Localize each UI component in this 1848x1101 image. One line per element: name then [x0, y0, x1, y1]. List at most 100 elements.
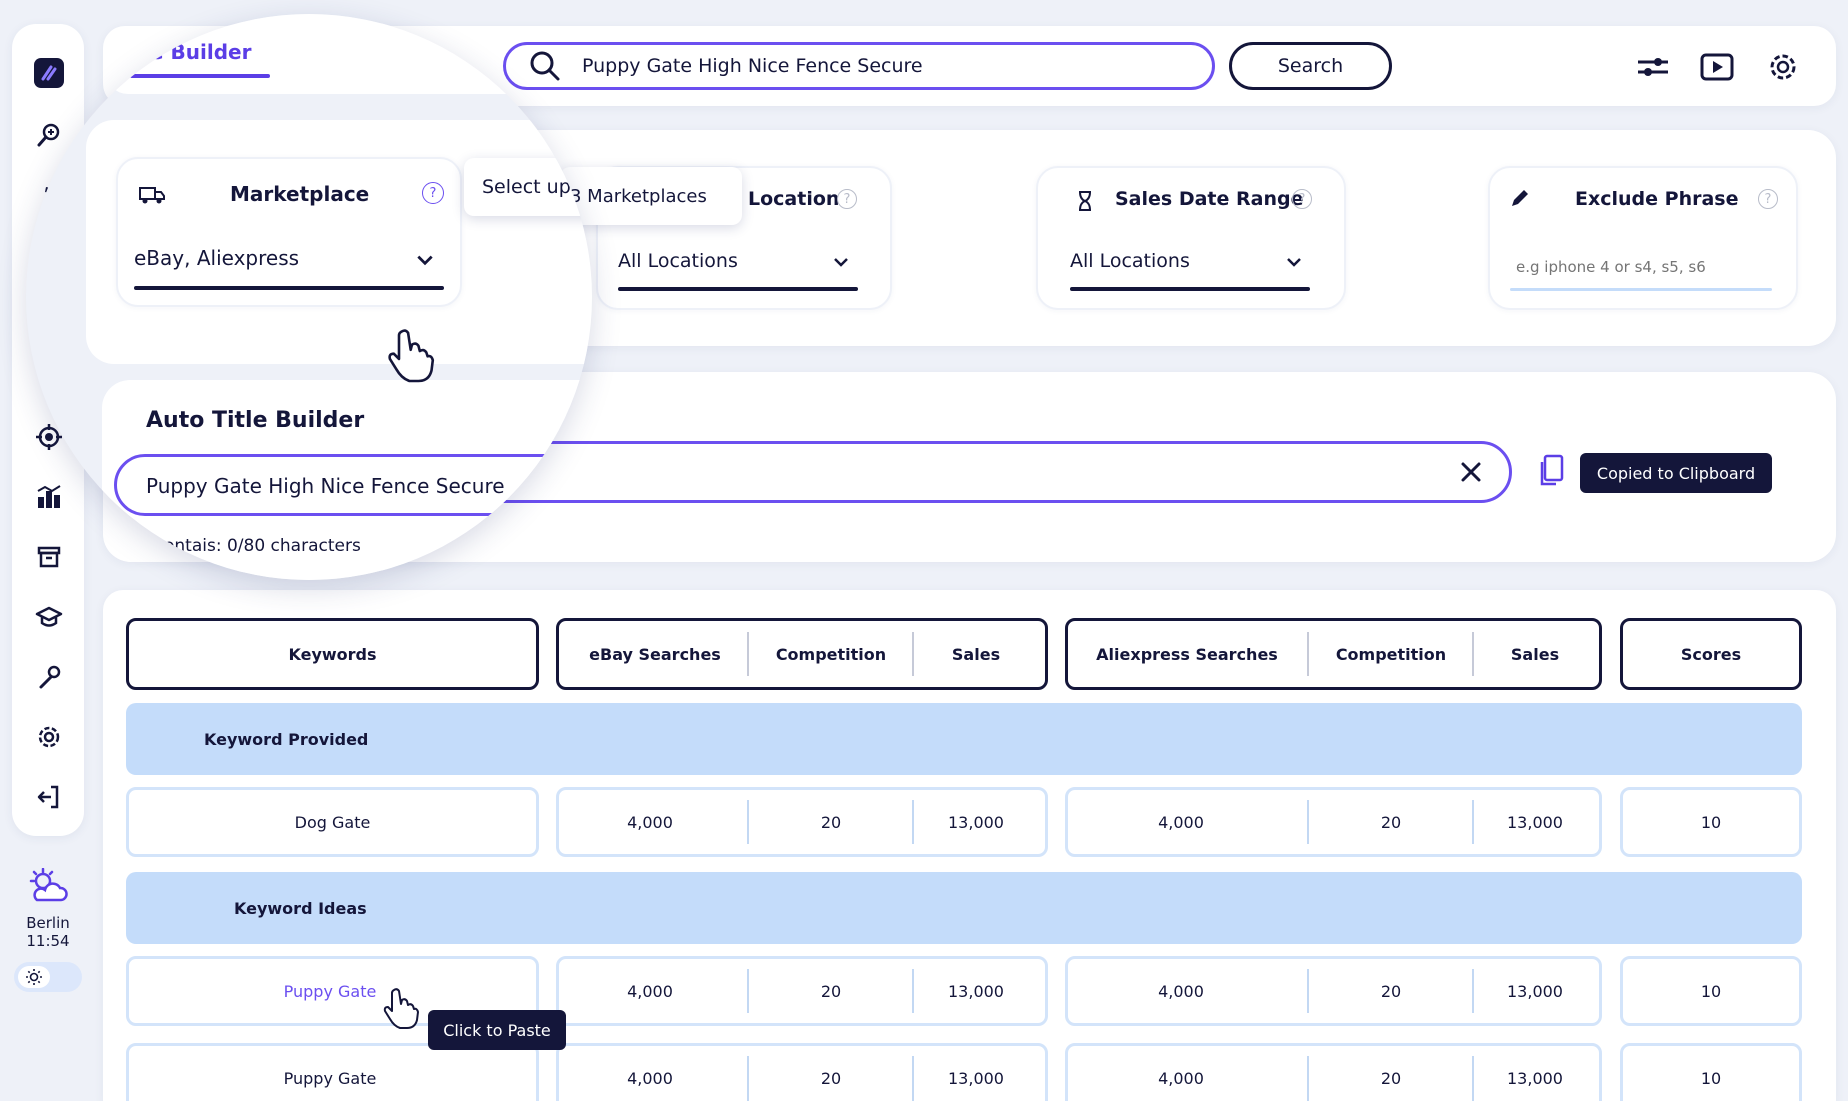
aliexpress-sales-header[interactable]: Sales	[1475, 618, 1595, 690]
column-separator	[747, 969, 749, 1013]
marketplace-value[interactable]: eBay, Aliexpress	[134, 246, 299, 270]
column-separator	[1307, 1056, 1309, 1101]
aliexpress-searches-header[interactable]: Aliexpress Searches	[1068, 618, 1306, 690]
marketplace-title: Marketplace	[230, 182, 370, 206]
location-help-icon[interactable]: ?	[837, 189, 857, 209]
column-separator	[1472, 969, 1474, 1013]
weather-widget: Berlin 11:54	[14, 867, 82, 950]
ebay-competition-header[interactable]: Competition	[750, 618, 912, 690]
search-box[interactable]	[503, 42, 1215, 90]
score-cell: 10	[1700, 1068, 1722, 1088]
clear-close-icon[interactable]	[1460, 461, 1482, 483]
truck-icon	[139, 187, 165, 204]
column-separator	[1307, 800, 1309, 844]
aliexpress-sales-cell: 13,000	[1507, 1068, 1563, 1088]
sales-date-help-icon[interactable]: ?	[1292, 189, 1312, 209]
column-separator	[747, 1056, 749, 1101]
marketplace-filter[interactable]	[116, 157, 462, 307]
column-separator	[1472, 1056, 1474, 1101]
chevron-down-icon[interactable]	[832, 253, 850, 271]
pencil-icon	[1512, 190, 1528, 206]
score-cell: 10	[1700, 981, 1722, 1001]
sales-date-range-value[interactable]: All Locations	[1070, 250, 1190, 272]
aliexpress-competition-cell: 20	[1380, 812, 1402, 832]
hand-cursor-icon	[383, 988, 419, 1029]
graduation-cap-icon[interactable]	[34, 602, 64, 632]
location-value[interactable]: All Locations	[618, 250, 738, 272]
aliexpress-sales-cell: 13,000	[1507, 981, 1563, 1001]
ebay-searches-cell: 4,000	[627, 812, 673, 832]
column-separator	[747, 800, 749, 844]
header-title-tab[interactable]: ⸌e Builder	[140, 38, 251, 65]
copy-clipboard-icon[interactable]	[1538, 454, 1564, 488]
exclude-phrase-title: Exclude Phrase	[1575, 188, 1739, 210]
aliexpress-competition-header[interactable]: Competition	[1310, 618, 1472, 690]
sliders-icon[interactable]	[1636, 50, 1670, 84]
keyword-cell[interactable]: Puppy Gate	[126, 1043, 534, 1101]
gear-icon[interactable]	[34, 722, 64, 752]
copied-to-clipboard-badge: Copied to Clipboard	[1580, 453, 1772, 493]
keyword-cell[interactable]: Dog Gate	[126, 787, 539, 857]
keywords-header-label: Keywords	[288, 644, 377, 664]
ebay-competition-cell: 20	[820, 1068, 842, 1088]
ebay-searches-cell: 4,000	[627, 1068, 673, 1088]
search-plus-icon[interactable]	[34, 120, 64, 150]
ebay-searches-cell: 4,000	[627, 981, 673, 1001]
column-separator	[747, 632, 749, 676]
logout-icon[interactable]	[34, 782, 64, 812]
location-underline	[618, 287, 858, 291]
partly-cloudy-icon	[29, 867, 68, 902]
ebay-sales-cell: 13,000	[948, 812, 1004, 832]
weather-city: Berlin	[26, 914, 70, 932]
wrench-icon[interactable]	[34, 662, 64, 692]
marketplace-tooltip: Select up	[464, 158, 592, 216]
column-separator	[1472, 632, 1474, 676]
chevron-down-icon[interactable]	[415, 250, 435, 270]
sun-icon	[18, 966, 50, 988]
aliexpress-competition-cell: 20	[1380, 981, 1402, 1001]
score-cell: 10	[1700, 812, 1722, 832]
column-separator	[1307, 632, 1309, 676]
magnifier-lens: ⸌e Builder Marketplace ? eBay, Aliexpres…	[26, 14, 592, 580]
ebay-sales-cell: 13,000	[948, 981, 1004, 1001]
logo-icon[interactable]	[34, 58, 64, 88]
search-button[interactable]: Search	[1229, 42, 1392, 90]
sales-date-underline	[1070, 287, 1310, 291]
exclude-phrase-help-icon[interactable]: ?	[1758, 189, 1778, 209]
marketplace-help-icon[interactable]: ?	[422, 182, 444, 204]
title-input-value[interactable]: Puppy Gate High Nice Fence Secure	[146, 474, 505, 498]
ebay-searches-header[interactable]: eBay Searches	[560, 618, 750, 690]
aliexpress-searches-cell: 4,000	[1158, 812, 1204, 832]
ebay-sales-header[interactable]: Sales	[914, 618, 1038, 690]
aliexpress-searches-cell: 4,000	[1158, 981, 1204, 1001]
auto-title-builder-title: Auto Title Builder	[146, 408, 365, 433]
chart-icon[interactable]	[34, 482, 64, 512]
ebay-sales-cell: 13,000	[948, 1068, 1004, 1088]
hand-cursor-icon	[388, 329, 435, 383]
header-tab-underline	[130, 74, 270, 78]
settings-gear-icon[interactable]	[1766, 50, 1800, 84]
click-to-paste-tooltip: Click to Paste	[428, 1010, 566, 1050]
section-label: Keyword Provided	[204, 729, 369, 749]
exclude-phrase-input[interactable]	[1516, 258, 1766, 276]
section-label: Keyword Ideas	[234, 898, 367, 918]
location-title: Location	[748, 188, 840, 210]
scores-header-label: Scores	[1680, 644, 1742, 664]
theme-toggle[interactable]	[14, 962, 82, 992]
character-count: ontais: 0/80 characters	[164, 536, 361, 556]
aliexpress-competition-cell: 20	[1380, 1068, 1402, 1088]
column-separator	[1472, 800, 1474, 844]
weather-time: 11:54	[26, 932, 70, 950]
hourglass-icon	[1079, 191, 1091, 211]
ebay-competition-cell: 20	[820, 812, 842, 832]
aliexpress-searches-cell: 4,000	[1158, 1068, 1204, 1088]
sales-date-range-title: Sales Date Range	[1115, 188, 1304, 210]
chevron-down-icon[interactable]	[1285, 253, 1303, 271]
archive-icon[interactable]	[34, 542, 64, 572]
marketplace-underline	[134, 286, 444, 290]
column-separator	[1307, 969, 1309, 1013]
ebay-competition-cell: 20	[820, 981, 842, 1001]
exclude-phrase-underline	[1510, 288, 1772, 291]
search-input[interactable]	[582, 55, 1182, 77]
play-video-icon[interactable]	[1700, 50, 1734, 84]
